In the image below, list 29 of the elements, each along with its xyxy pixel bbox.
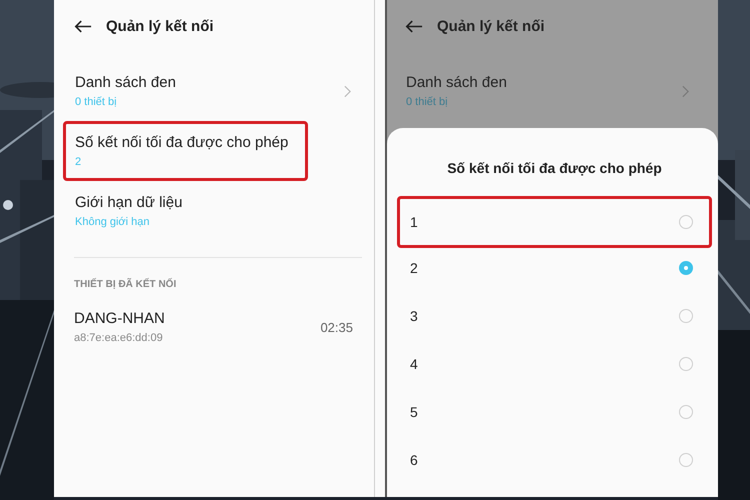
sheet-title: Số kết nối tối đa được cho phép [446, 160, 663, 176]
option-label[interactable]: 2 [410, 260, 418, 276]
back-arrow-icon[interactable] [405, 20, 423, 32]
option-label[interactable]: 5 [410, 404, 418, 420]
radio-button[interactable] [679, 309, 693, 323]
radio-button[interactable] [679, 215, 693, 229]
radio-button[interactable] [679, 453, 693, 467]
device-name: DANG-NHAN [74, 310, 165, 327]
radio-button[interactable] [679, 357, 693, 371]
setting-value: 2 [75, 156, 82, 168]
device-address: a8:7e:ea:e6:dd:09 [74, 332, 164, 344]
option-label[interactable]: 1 [410, 214, 418, 230]
radio-button[interactable] [679, 405, 693, 419]
option-label[interactable]: 4 [410, 356, 418, 372]
screen-title: Quản lý kết nối [106, 18, 214, 34]
back-arrow-icon[interactable] [74, 20, 92, 32]
setting-title: Danh sách đen [406, 74, 507, 91]
setting-value: Không giới hạn [75, 216, 150, 228]
radio-button[interactable] [679, 261, 693, 275]
connection-time: 02:35 [320, 320, 353, 334]
setting-title[interactable]: Danh sách đen [75, 74, 176, 91]
option-label[interactable]: 3 [410, 308, 418, 324]
screen-title: Quản lý kết nối [437, 18, 545, 34]
setting-value: 0 thiết bị [406, 96, 449, 108]
section-header: THIẾT BỊ ĐÃ KẾT NỐI [74, 279, 178, 290]
setting-value: 0 thiết bị [75, 96, 118, 108]
setting-title[interactable]: Số kết nối tối đa được cho phép [75, 134, 288, 151]
option-label[interactable]: 6 [410, 452, 418, 468]
setting-title[interactable]: Giới hạn dữ liệu [75, 194, 182, 211]
